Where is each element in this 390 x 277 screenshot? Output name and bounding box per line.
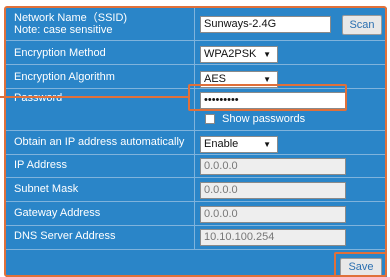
subnet-mask-row: Subnet Mask 0.0.0.0 xyxy=(6,178,387,202)
encryption-method-label: Encryption Method xyxy=(14,47,106,59)
ssid-row: Network Name（SSID) Note: case sensitive … xyxy=(6,8,387,41)
dns-label: DNS Server Address xyxy=(14,230,116,242)
divider xyxy=(194,41,195,64)
encryption-method-select[interactable]: WPA2PSK ▼ xyxy=(200,46,278,63)
divider xyxy=(194,131,195,154)
encryption-algorithm-label: Encryption Algorithm xyxy=(14,71,115,83)
divider xyxy=(194,8,195,40)
ip-address-row: IP Address 0.0.0.0 xyxy=(6,155,387,178)
dhcp-label: Obtain an IP address automatically xyxy=(14,136,185,148)
dropdown-arrow-icon: ▼ xyxy=(263,50,271,59)
show-passwords-label: Show passwords xyxy=(222,113,306,125)
show-passwords-checkbox[interactable] xyxy=(205,114,215,124)
subnet-mask-label: Subnet Mask xyxy=(14,183,79,195)
dhcp-select[interactable]: Enable ▼ xyxy=(200,136,278,153)
encryption-method-value: WPA2PSK xyxy=(204,48,257,60)
scan-button[interactable]: Scan xyxy=(342,15,382,35)
ssid-label-line2: Note: case sensitive xyxy=(14,24,113,36)
ip-address-input[interactable]: 0.0.0.0 xyxy=(200,158,346,175)
password-label: Password xyxy=(14,92,63,104)
ssid-input[interactable]: Sunways-2.4G xyxy=(200,16,331,33)
divider xyxy=(194,202,195,225)
divider xyxy=(194,178,195,201)
wifi-settings-panel: Network Name（SSID) Note: case sensitive … xyxy=(6,8,387,277)
dns-input[interactable]: 10.10.100.254 xyxy=(200,229,346,246)
gateway-input[interactable]: 0.0.0.0 xyxy=(200,206,346,223)
dhcp-row: Obtain an IP address automatically Enabl… xyxy=(6,131,387,155)
dns-row: DNS Server Address 10.10.100.254 xyxy=(6,226,387,250)
divider xyxy=(194,226,195,249)
gateway-row: Gateway Address 0.0.0.0 xyxy=(6,202,387,226)
dropdown-arrow-icon: ▼ xyxy=(263,140,271,149)
divider xyxy=(194,155,195,177)
save-highlight-box xyxy=(334,252,387,277)
ssid-label: Network Name（SSID) Note: case sensitive xyxy=(14,12,127,36)
subnet-mask-input[interactable]: 0.0.0.0 xyxy=(200,182,346,199)
encryption-method-row: Encryption Method WPA2PSK ▼ xyxy=(6,41,387,65)
gateway-label: Gateway Address xyxy=(14,207,101,219)
ssid-label-line1: Network Name（SSID) xyxy=(14,12,128,24)
password-highlight-connector xyxy=(0,96,189,98)
dhcp-value: Enable xyxy=(204,138,239,150)
password-highlight-box xyxy=(188,84,347,111)
ip-address-label: IP Address xyxy=(14,159,67,171)
